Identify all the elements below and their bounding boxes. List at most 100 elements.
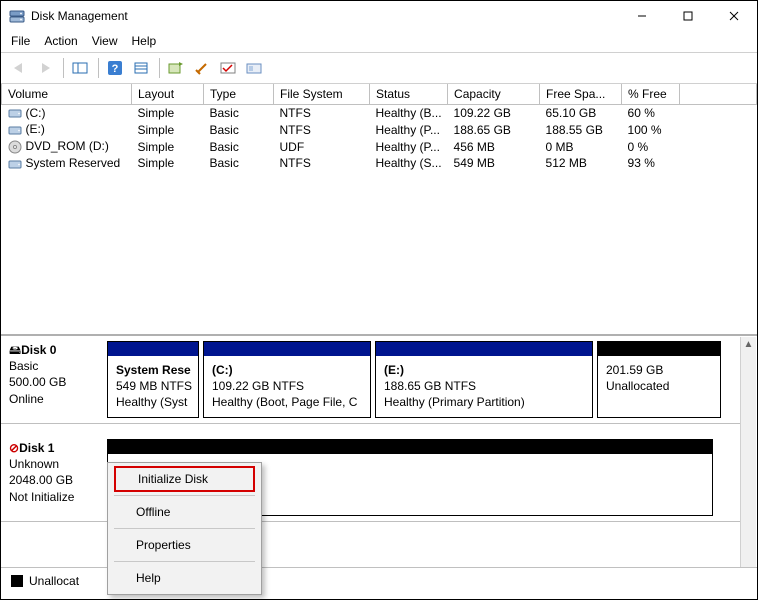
action-list-button[interactable] xyxy=(129,56,153,80)
volume-list[interactable]: Volume Layout Type File System Status Ca… xyxy=(1,84,757,334)
volume-status: Healthy (B... xyxy=(370,104,448,121)
menu-action[interactable]: Action xyxy=(44,34,77,48)
disk-state: Not Initialize xyxy=(9,490,74,504)
volume-free: 0 MB xyxy=(540,138,622,155)
menu-view[interactable]: View xyxy=(92,34,118,48)
settings-button[interactable] xyxy=(216,56,240,80)
volume-type: Basic xyxy=(204,155,274,172)
ctx-offline[interactable]: Offline xyxy=(110,499,259,525)
partition-status: Healthy (Primary Partition) xyxy=(384,394,584,410)
window-title: Disk Management xyxy=(31,9,128,23)
volume-capacity: 188.65 GB xyxy=(448,121,540,138)
col-extra[interactable] xyxy=(680,84,757,104)
col-freespace[interactable]: Free Spa... xyxy=(540,84,622,104)
partition-status: Healthy (Boot, Page File, C xyxy=(212,394,362,410)
drive-icon xyxy=(8,157,22,171)
volume-pct: 0 % xyxy=(622,138,680,155)
volume-row[interactable]: (E:) SimpleBasicNTFSHealthy (P...188.65 G… xyxy=(2,121,757,138)
refresh-button[interactable] xyxy=(164,56,188,80)
col-pctfree[interactable]: % Free xyxy=(622,84,680,104)
volume-pct: 100 % xyxy=(622,121,680,138)
menu-file[interactable]: File xyxy=(11,34,30,48)
partition-status: Unallocated xyxy=(606,378,712,394)
toolbar: ? xyxy=(1,52,757,84)
legend-swatch-unallocated xyxy=(11,575,23,587)
volume-capacity: 109.22 GB xyxy=(448,104,540,121)
show-hide-console-tree-button[interactable] xyxy=(68,56,92,80)
partition-size: 109.22 GB NTFS xyxy=(212,378,362,394)
partition-size: 549 MB NTFS xyxy=(116,378,190,394)
volume-status: Healthy (S... xyxy=(370,155,448,172)
volume-free: 188.55 GB xyxy=(540,121,622,138)
volume-free: 65.10 GB xyxy=(540,104,622,121)
properties-button[interactable] xyxy=(190,56,214,80)
maximize-button[interactable] xyxy=(665,1,711,31)
drive-icon xyxy=(8,106,22,120)
vertical-scrollbar[interactable]: ▲▼ xyxy=(740,337,756,593)
disk-header[interactable]: ⊘Disk 1Unknown2048.00 GBNot Initialize xyxy=(1,434,107,521)
volume-layout: Simple xyxy=(132,104,204,121)
col-type[interactable]: Type xyxy=(204,84,274,104)
volume-name: (C:) xyxy=(26,106,46,120)
ctx-help[interactable]: Help xyxy=(110,565,259,591)
volume-layout: Simple xyxy=(132,155,204,172)
partition-size: 188.65 GB NTFS xyxy=(384,378,584,394)
close-button[interactable] xyxy=(711,1,757,31)
legend-label: Unallocat xyxy=(29,574,79,588)
partition-title: System Rese xyxy=(116,362,190,378)
col-layout[interactable]: Layout xyxy=(132,84,204,104)
volume-type: Basic xyxy=(204,121,274,138)
volume-status: Healthy (P... xyxy=(370,121,448,138)
ctx-properties[interactable]: Properties xyxy=(110,532,259,558)
volume-row[interactable]: System ReservedSimpleBasicNTFSHealthy (S… xyxy=(2,155,757,172)
volume-free: 512 MB xyxy=(540,155,622,172)
volume-name: (E:) xyxy=(26,122,45,136)
partition-title: (C:) xyxy=(212,362,362,378)
disk-name: Disk 0 xyxy=(21,343,56,357)
volume-capacity: 549 MB xyxy=(448,155,540,172)
volume-capacity: 456 MB xyxy=(448,138,540,155)
ctx-initialize-disk[interactable]: Initialize Disk xyxy=(114,466,255,492)
volume-name: System Reserved xyxy=(26,156,121,170)
partition-title: (E:) xyxy=(384,362,584,378)
disk-size: 2048.00 GB xyxy=(9,473,73,487)
back-button xyxy=(7,56,31,80)
disk-error-icon: ⊘ xyxy=(9,441,19,455)
disk-icon: 🖴 xyxy=(9,343,21,357)
help-button[interactable]: ? xyxy=(103,56,127,80)
drive-icon xyxy=(8,123,22,137)
partition[interactable]: (E:)188.65 GB NTFSHealthy (Primary Parti… xyxy=(375,341,593,418)
partition[interactable]: System Rese549 MB NTFSHealthy (Syst xyxy=(107,341,199,418)
disk-context-menu: Initialize Disk Offline Properties Help xyxy=(107,462,262,595)
col-capacity[interactable]: Capacity xyxy=(448,84,540,104)
volume-pct: 93 % xyxy=(622,155,680,172)
volume-layout: Simple xyxy=(132,121,204,138)
col-filesystem[interactable]: File System xyxy=(274,84,370,104)
disk-name: Disk 1 xyxy=(19,441,54,455)
volume-layout: Simple xyxy=(132,138,204,155)
menubar: File Action View Help xyxy=(1,31,757,52)
col-status[interactable]: Status xyxy=(370,84,448,104)
menu-help[interactable]: Help xyxy=(132,34,157,48)
volume-row[interactable]: (C:)SimpleBasicNTFSHealthy (B...109.22 G… xyxy=(2,104,757,121)
volume-name: DVD_ROM (D:) xyxy=(26,139,109,153)
col-volume[interactable]: Volume xyxy=(2,84,132,104)
partition[interactable]: (C:)109.22 GB NTFSHealthy (Boot, Page Fi… xyxy=(203,341,371,418)
disk-header[interactable]: 🖴Disk 0Basic500.00 GBOnline xyxy=(1,336,107,423)
volume-fs: NTFS xyxy=(274,121,370,138)
disk-size: 500.00 GB xyxy=(9,375,66,389)
minimize-button[interactable] xyxy=(619,1,665,31)
volume-fs: UDF xyxy=(274,138,370,155)
volume-fs: NTFS xyxy=(274,104,370,121)
disk-row: 🖴Disk 0Basic500.00 GBOnlineSystem Rese54… xyxy=(1,336,740,424)
forward-button xyxy=(33,56,57,80)
more-button[interactable] xyxy=(242,56,266,80)
partition-status: Healthy (Syst xyxy=(116,394,190,410)
app-icon xyxy=(9,8,25,24)
titlebar: Disk Management xyxy=(1,1,757,31)
volume-row[interactable]: DVD_ROM (D:)SimpleBasicUDFHealthy (P...4… xyxy=(2,138,757,155)
dvd-icon xyxy=(8,140,22,154)
partition[interactable]: 201.59 GBUnallocated xyxy=(597,341,721,418)
volume-pct: 60 % xyxy=(622,104,680,121)
volume-status: Healthy (P... xyxy=(370,138,448,155)
